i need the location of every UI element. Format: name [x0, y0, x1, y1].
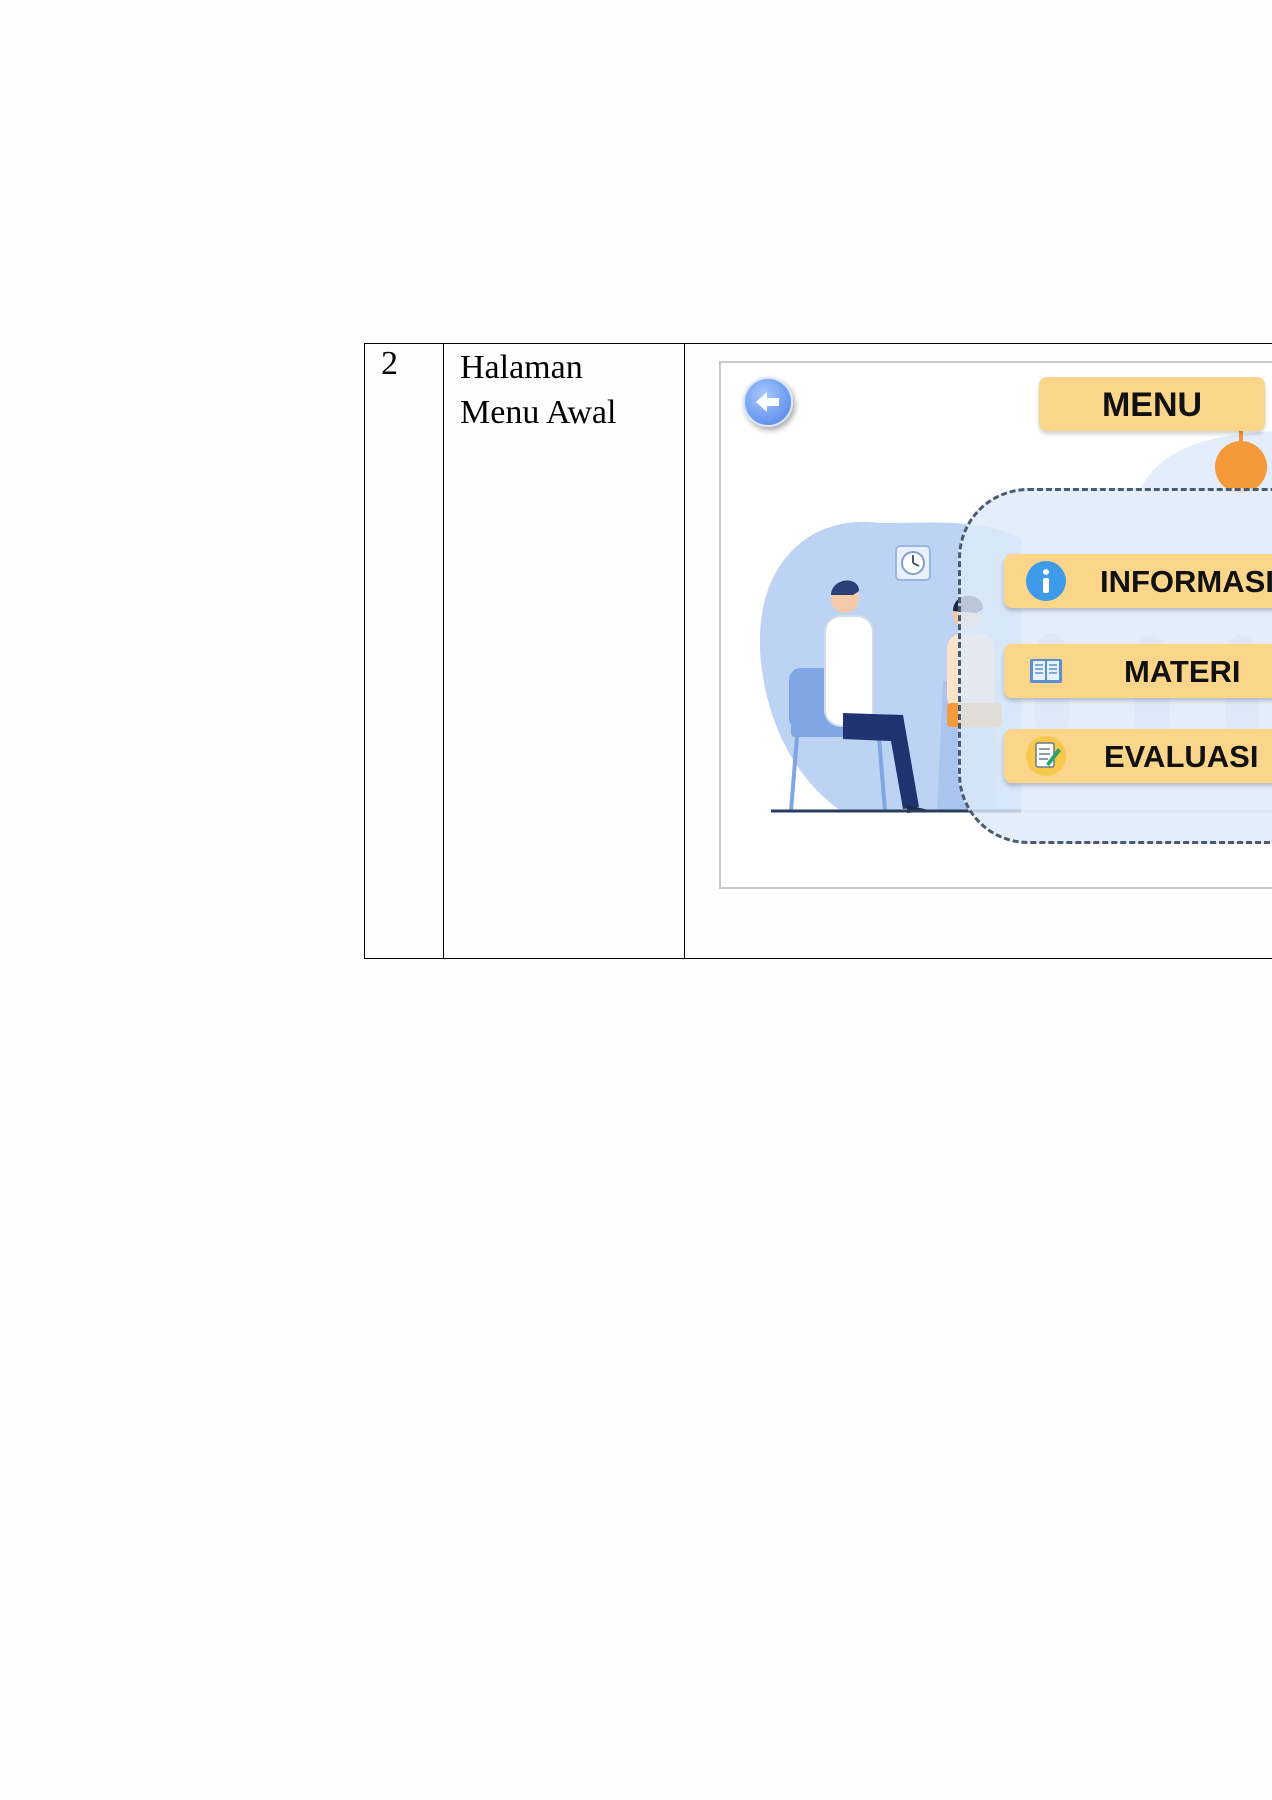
materi-label: MATERI	[1124, 654, 1241, 689]
table-top-border	[364, 343, 1272, 344]
table-bottom-border	[364, 958, 1272, 959]
informasi-label: INFORMASI	[1100, 564, 1272, 599]
evaluasi-button[interactable]: EVALUASI	[1004, 729, 1272, 783]
checklist-icon	[1026, 736, 1066, 776]
menu-title: MENU	[1039, 377, 1265, 431]
table-column-divider	[684, 343, 685, 959]
evaluasi-label: EVALUASI	[1104, 739, 1259, 774]
app-screenshot: MENU INFORMASI MATERI EVALUASI	[719, 361, 1272, 889]
arrow-left-icon	[756, 392, 779, 412]
back-button[interactable]	[743, 377, 793, 427]
table-left-border	[364, 343, 365, 959]
document-table: 2 Halaman Menu Awal MENU INFORMASI MATER…	[364, 343, 1272, 959]
informasi-button[interactable]: INFORMASI	[1004, 554, 1272, 608]
info-icon	[1026, 561, 1066, 601]
book-icon	[1030, 659, 1062, 683]
table-column-divider	[443, 343, 444, 959]
row-number: 2	[381, 345, 398, 382]
page-name-cell: Halaman Menu Awal	[460, 349, 617, 431]
materi-button[interactable]: MATERI	[1004, 644, 1272, 698]
